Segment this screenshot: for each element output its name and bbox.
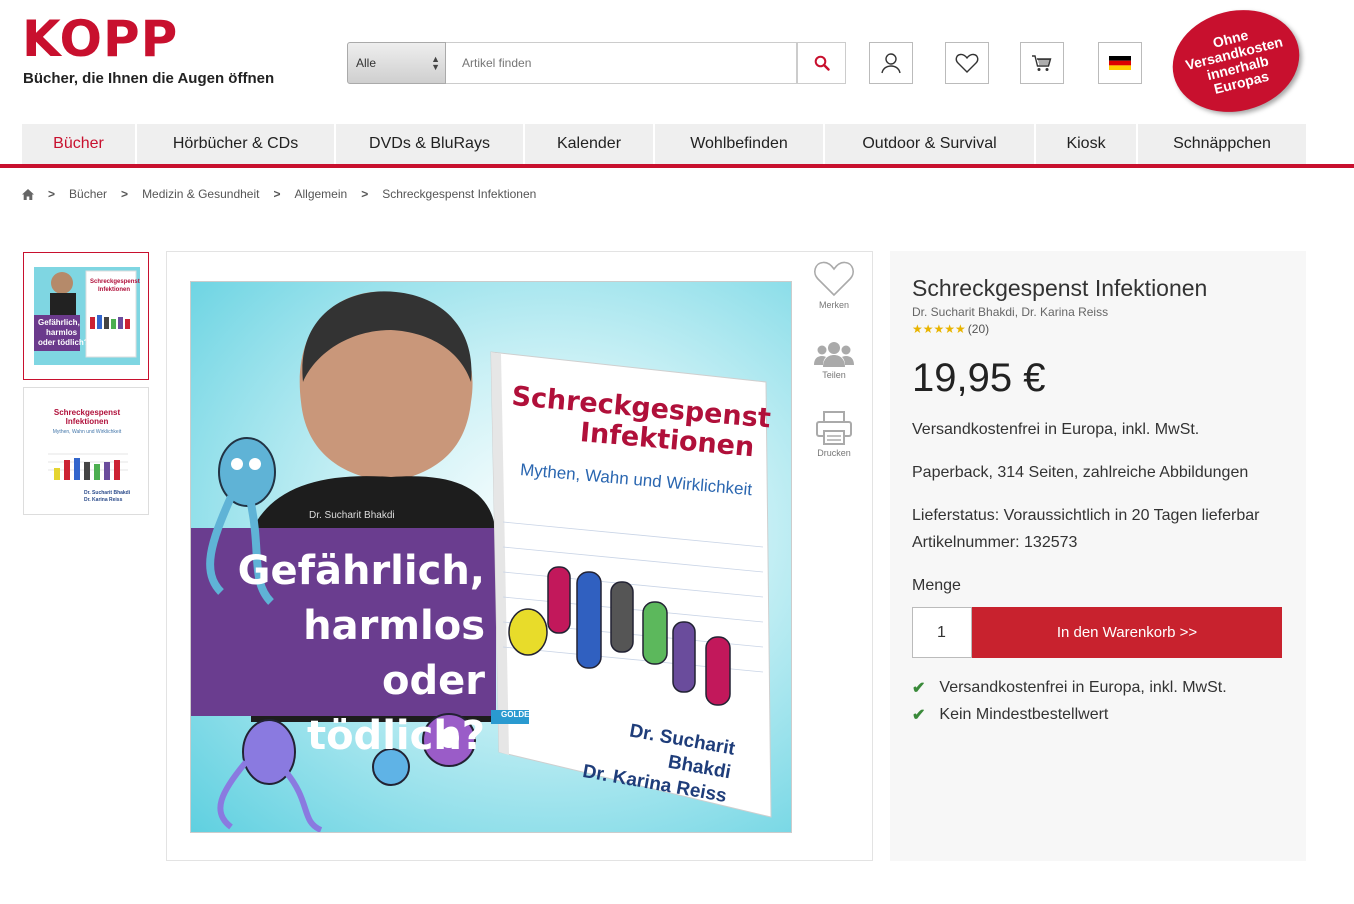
print-action[interactable]: Drucken [807, 410, 861, 458]
search-bar: Alle ▲ ▼ [347, 42, 846, 84]
heart-icon [955, 53, 979, 73]
shipping-info: Versandkostenfrei in Europa, inkl. MwSt. [912, 421, 1200, 438]
user-icon [881, 53, 901, 74]
cart-icon [1032, 55, 1052, 71]
svg-text:Gefährlich,: Gefährlich, [38, 318, 80, 327]
cover-headline-line: oder tödlich? [306, 658, 485, 759]
benefit-item: ✔ Kein Mindestbestellwert [912, 705, 1108, 725]
search-category-value: Alle [356, 56, 377, 70]
search-category-select[interactable]: Alle ▲ ▼ [347, 42, 446, 84]
product-authors[interactable]: Dr. Sucharit Bhakdi, Dr. Karina Reiss [912, 305, 1108, 319]
nav-item-buecher[interactable]: Bücher [22, 124, 137, 164]
users-icon [814, 342, 854, 367]
benefit-text: Kein Mindestbestellwert [939, 706, 1109, 723]
cover-publisher: GOLDEGG [501, 710, 542, 719]
product-title: Schreckgespenst Infektionen [912, 275, 1208, 301]
thumbnail-cover-front[interactable]: Gefährlich, harmlos oder tödlich? Schrec… [23, 252, 149, 380]
share-label: Teilen [822, 370, 846, 380]
cover-author-caption: Dr. Sucharit Bhakdi [309, 510, 395, 521]
delivery-status: Lieferstatus: Voraussichtlich in 20 Tage… [912, 507, 1260, 524]
main-nav: Bücher Hörbücher & CDs DVDs & BluRays Ka… [22, 124, 1306, 164]
search-button[interactable] [797, 42, 846, 84]
home-icon[interactable] [22, 188, 34, 200]
thumb2-title: Schreckgespenst Infektionen Mythen, Wahn… [24, 408, 148, 437]
format-info: Paperback, 314 Seiten, zahlreiche Abbild… [912, 464, 1249, 481]
quantity-label: Menge [912, 577, 961, 594]
svg-text:oder tödlich?: oder tödlich? [38, 338, 89, 347]
product-price: 19,95 € [912, 356, 1046, 400]
thumb2-author: Dr. Karina Reiss [84, 497, 123, 503]
chevron-right-icon: > [121, 187, 129, 201]
flag-de-icon [1109, 56, 1131, 70]
remember-action[interactable]: Merken [807, 260, 861, 310]
product-page: KOPP Bücher, die Ihnen die Augen öffnen … [0, 0, 1354, 904]
rating-stars-icon: ★★★★★ [912, 322, 966, 336]
nav-item-outdoor[interactable]: Outdoor & Survival [825, 124, 1036, 164]
thumbnail-image: Gefährlich, harmlos oder tödlich? Schrec… [34, 267, 140, 365]
svg-text:Schreckgespenst: Schreckgespenst [90, 279, 140, 285]
article-number: Artikelnummer: 132573 [912, 534, 1078, 551]
thumb2-author: Dr. Sucharit Bhakdi [84, 490, 131, 496]
breadcrumb-item[interactable]: Medizin & Gesundheit [142, 187, 259, 201]
svg-text:Infektionen: Infektionen [98, 287, 130, 293]
cart-button[interactable] [1020, 42, 1064, 84]
breadcrumb-item[interactable]: Allgemein [294, 187, 347, 201]
tagline: Bücher, die Ihnen die Augen öffnen [23, 70, 275, 87]
heart-outline-icon [814, 261, 854, 297]
thumb2-subtitle: Mythen, Wahn und Wirklichkeit [52, 429, 122, 435]
nav-underline [0, 164, 1354, 168]
benefit-text: Versandkostenfrei in Europa, inkl. MwSt. [939, 679, 1227, 696]
language-button[interactable] [1098, 42, 1142, 84]
nav-item-schnaeppchen[interactable]: Schnäppchen [1138, 124, 1306, 164]
account-button[interactable] [869, 42, 913, 84]
thumb2-authors: Dr. Sucharit Bhakdi Dr. Karina Reiss [84, 490, 130, 504]
chevron-right-icon: > [48, 187, 56, 201]
benefit-item: ✔ Versandkostenfrei in Europa, inkl. MwS… [912, 678, 1227, 698]
rating-count: (20) [967, 322, 990, 336]
nav-item-wohlbefinden[interactable]: Wohlbefinden [655, 124, 825, 164]
breadcrumb-item[interactable]: Bücher [69, 187, 107, 201]
quantity-input[interactable]: 1 [912, 607, 972, 658]
cover-headline: Gefährlich, harmlos oder tödlich? [205, 544, 485, 764]
thumb2-title-line: Infektionen [65, 417, 109, 426]
product-cover-image[interactable]: Schreckgespenst Infektionen Mythen, Wahn… [190, 281, 792, 833]
nav-item-hoerbuecher[interactable]: Hörbücher & CDs [137, 124, 336, 164]
breadcrumb: > Bücher > Medizin & Gesundheit > Allgem… [22, 187, 536, 201]
checkmark-icon: ✔ [912, 680, 926, 697]
share-action[interactable]: Teilen [807, 340, 861, 380]
product-info-panel: Schreckgespenst Infektionen Dr. Sucharit… [890, 251, 1306, 861]
cover-headline-line: Gefährlich, [237, 548, 485, 594]
product-rating[interactable]: ★★★★★ (20) [912, 322, 989, 336]
add-to-cart-button[interactable]: In den Warenkorb >> [972, 607, 1282, 658]
search-icon [814, 55, 830, 71]
logo-text: KOPP [22, 10, 179, 68]
checkmark-icon: ✔ [912, 707, 926, 724]
search-input[interactable] [446, 42, 797, 84]
kopp-logo[interactable]: KOPP [22, 14, 178, 64]
thumbnail-cover-plain[interactable]: Schreckgespenst Infektionen Mythen, Wahn… [23, 387, 149, 515]
printer-icon [816, 411, 852, 445]
print-label: Drucken [817, 448, 851, 458]
breadcrumb-current: Schreckgespenst Infektionen [382, 187, 537, 201]
remember-label: Merken [818, 300, 849, 310]
cover-headline-line: harmlos [303, 603, 485, 649]
wishlist-button[interactable] [945, 42, 989, 84]
nav-item-kalender[interactable]: Kalender [525, 124, 655, 164]
chevron-right-icon: > [361, 187, 369, 201]
nav-item-kiosk[interactable]: Kiosk [1036, 124, 1138, 164]
nav-item-dvds[interactable]: DVDs & BluRays [336, 124, 525, 164]
main-image-panel: Schreckgespenst Infektionen Mythen, Wahn… [166, 251, 873, 861]
free-shipping-badge: Ohne Versandkosten innerhalb Europas [1161, 0, 1311, 125]
chevron-right-icon: > [273, 187, 281, 201]
select-arrows-icon: ▲ ▼ [431, 54, 440, 72]
thumb2-germs-image [48, 453, 128, 480]
svg-text:harmlos: harmlos [46, 328, 78, 337]
thumb2-title-line: Schreckgespenst [53, 408, 121, 417]
